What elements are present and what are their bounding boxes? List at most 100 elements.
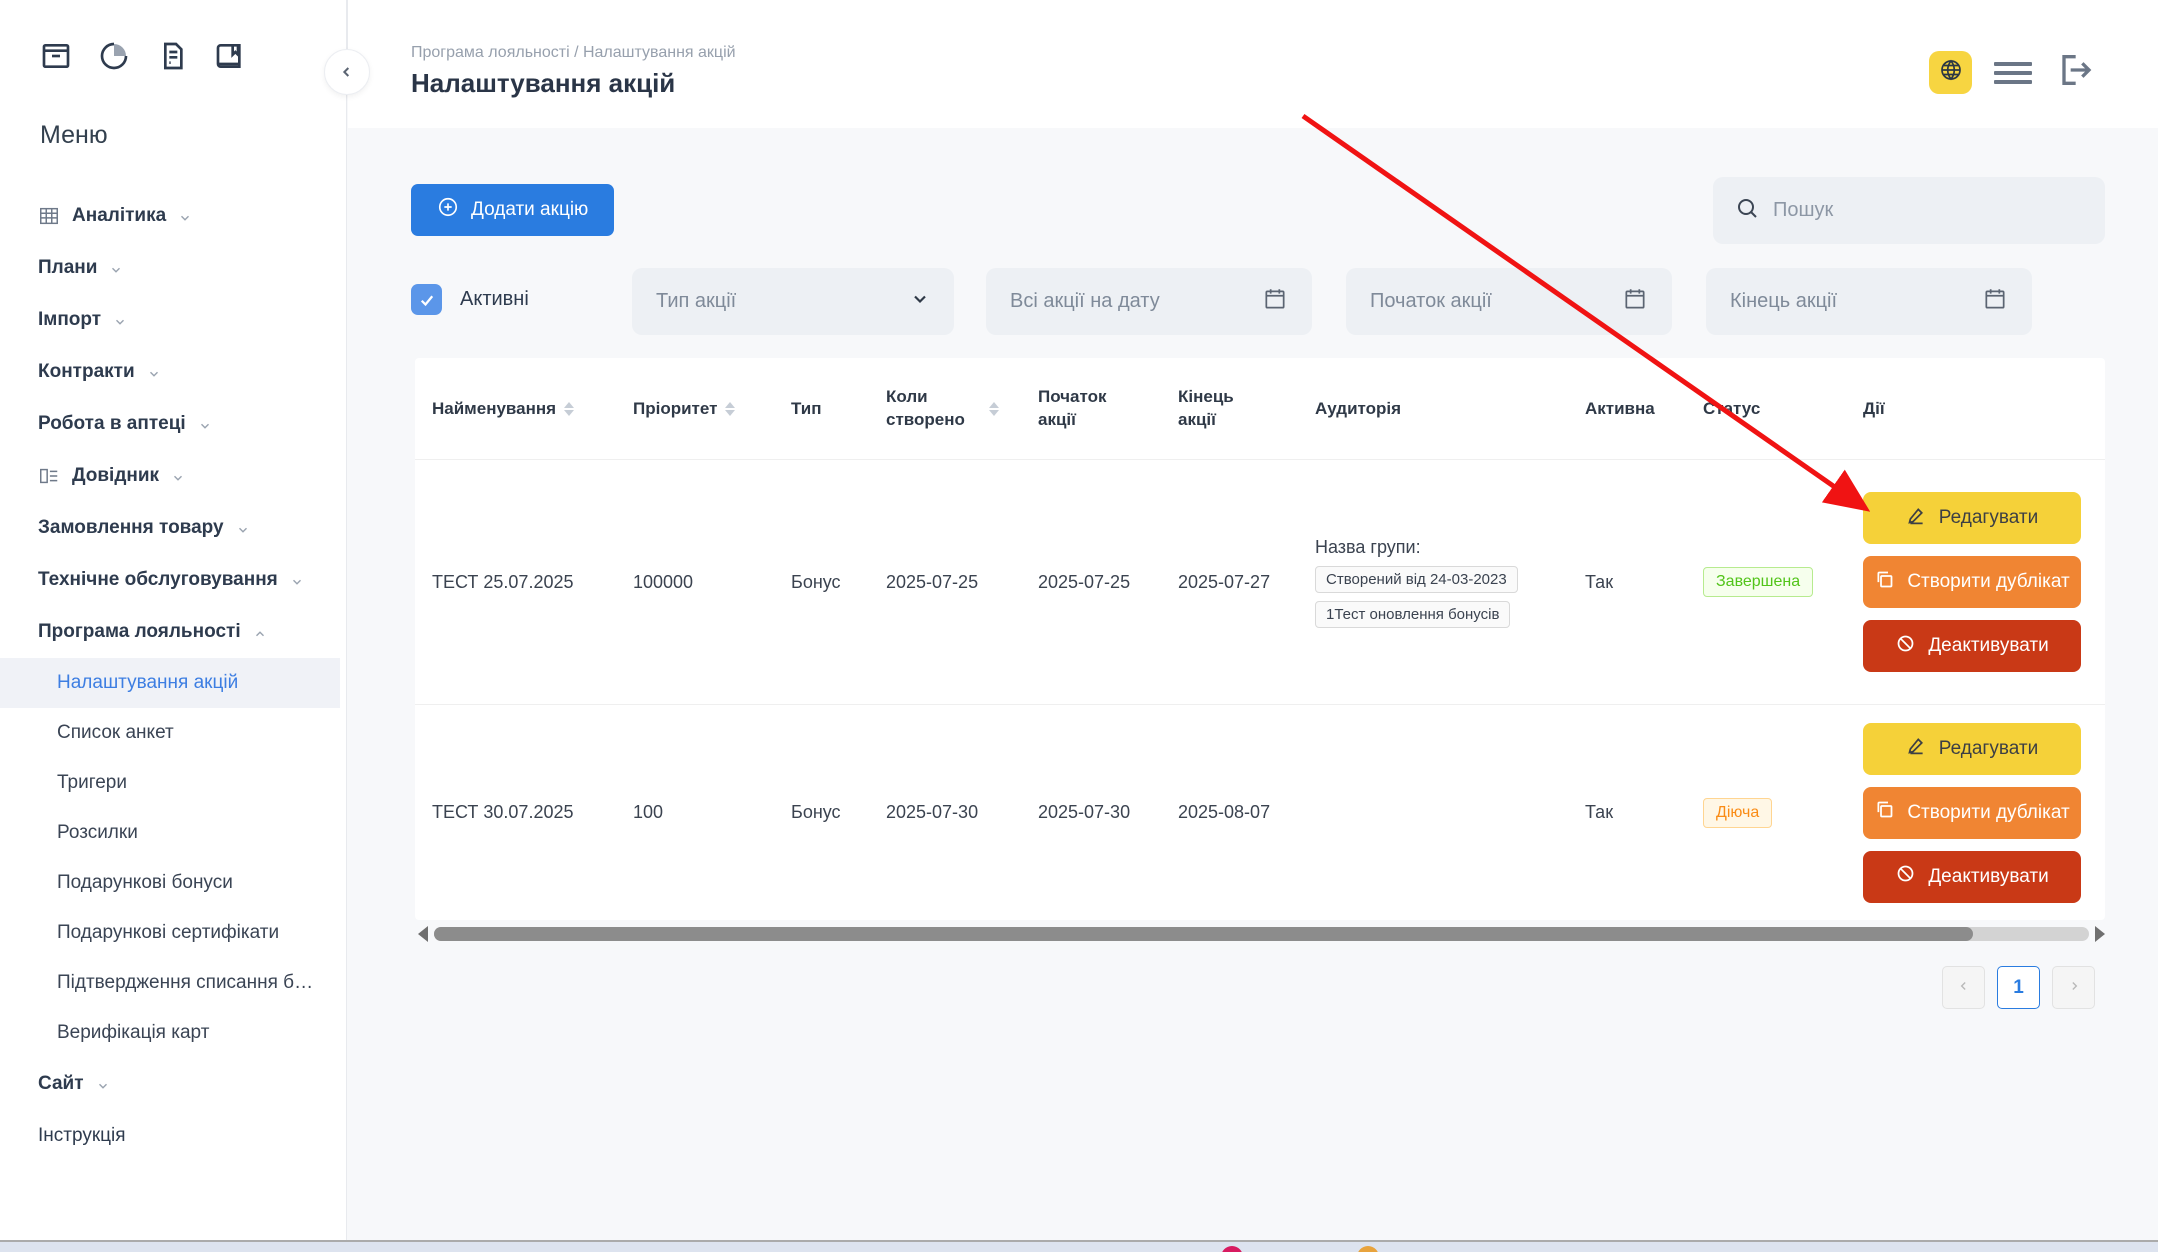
sidebar-subitem-card-verification[interactable]: Верифікація карт bbox=[0, 1008, 340, 1058]
column-header-label: Пріоритет bbox=[633, 398, 717, 421]
sidebar-item-contracts[interactable]: Контракти bbox=[0, 346, 346, 398]
sort-icon[interactable] bbox=[725, 402, 735, 416]
column-header-created[interactable]: Коли створено bbox=[886, 358, 1021, 460]
chevron-down-icon bbox=[96, 1077, 110, 1091]
date-filter-end[interactable]: Кінець акції bbox=[1706, 268, 2032, 335]
cell-start: 2025-07-25 bbox=[1038, 460, 1173, 704]
duplicate-button[interactable]: Створити дублікат bbox=[1863, 556, 2081, 608]
search-input[interactable] bbox=[1773, 199, 2083, 222]
column-header-label: Найменування bbox=[432, 398, 556, 421]
sidebar-subitem-gift-bonuses[interactable]: Подарункові бонуси bbox=[0, 858, 340, 908]
language-button[interactable] bbox=[1929, 51, 1972, 94]
column-header-priority[interactable]: Пріоритет bbox=[633, 358, 783, 460]
deactivate-button-label: Деактивувати bbox=[1928, 866, 2048, 888]
duplicate-button-label: Створити дублікат bbox=[1907, 571, 2069, 593]
cell-actions: Редагувати Створити дублікат Деактивуват… bbox=[1863, 460, 2088, 704]
promo-table: Найменування Пріоритет Тип Коли створено… bbox=[415, 358, 2105, 920]
duplicate-button[interactable]: Створити дублікат bbox=[1863, 787, 2081, 839]
search-icon bbox=[1735, 196, 1759, 225]
sidebar-item-instruction[interactable]: Інструкція bbox=[0, 1110, 346, 1162]
chevron-right-icon bbox=[2067, 977, 2081, 999]
sidebar-item-label: Програма лояльності bbox=[38, 621, 241, 643]
logout-icon[interactable] bbox=[2054, 50, 2094, 95]
column-header-type: Тип bbox=[791, 358, 881, 460]
column-header-active: Активна bbox=[1585, 358, 1695, 460]
sidebar-subitem-bonus-writeoff-confirm[interactable]: Підтвердження списання бону... bbox=[0, 958, 340, 1008]
active-filter-checkbox[interactable]: Активні bbox=[411, 284, 529, 315]
document-icon[interactable] bbox=[156, 40, 188, 77]
deactivate-button[interactable]: Деактивувати bbox=[1863, 620, 2081, 672]
sidebar-item-label: Сайт bbox=[38, 1073, 84, 1095]
sidebar-item-loyalty-program[interactable]: Програма лояльності bbox=[0, 606, 346, 658]
duplicate-button-label: Створити дублікат bbox=[1907, 802, 2069, 824]
taskbar-dot-icon bbox=[1357, 1246, 1379, 1252]
date-filter-start-placeholder: Початок акції bbox=[1370, 290, 1492, 313]
book-icon[interactable] bbox=[214, 40, 246, 77]
table-row: ТЕСТ 25.07.2025 100000 Бонус 2025-07-25 … bbox=[415, 460, 2105, 705]
archive-icon[interactable] bbox=[40, 40, 72, 77]
pagination-prev-button[interactable] bbox=[1942, 966, 1985, 1009]
sidebar-item-goods-order[interactable]: Замовлення товару bbox=[0, 502, 346, 554]
chevron-down-icon bbox=[178, 209, 192, 223]
edit-button[interactable]: Редагувати bbox=[1863, 492, 2081, 544]
cell-type: Бонус bbox=[791, 705, 881, 920]
sidebar-item-analytics[interactable]: Аналітика bbox=[0, 190, 346, 242]
sidebar-item-label: Плани bbox=[38, 257, 97, 279]
cell-priority: 100 bbox=[633, 705, 783, 920]
cell-status: Діюча bbox=[1703, 705, 1858, 920]
sidebar-item-label: Замовлення товару bbox=[38, 517, 224, 539]
sidebar-subitem-gift-certificates[interactable]: Подарункові сертифікати bbox=[0, 908, 340, 958]
calendar-icon bbox=[1982, 286, 2008, 318]
pencil-icon bbox=[1906, 505, 1927, 532]
scroll-right-arrow-icon[interactable] bbox=[2095, 926, 2105, 942]
sidebar-item-import[interactable]: Імпорт bbox=[0, 294, 346, 346]
sidebar-item-label: Імпорт bbox=[38, 309, 101, 331]
date-filter-start[interactable]: Початок акції bbox=[1346, 268, 1672, 335]
scrollbar-thumb[interactable] bbox=[434, 927, 1973, 941]
chevron-left-icon bbox=[1957, 977, 1971, 999]
calendar-icon bbox=[1622, 286, 1648, 318]
sidebar-item-pharmacy-work[interactable]: Робота в аптеці bbox=[0, 398, 346, 450]
add-promo-label: Додати акцію bbox=[471, 199, 588, 221]
sidebar-subitem-questionnaires[interactable]: Список анкет bbox=[0, 708, 340, 758]
deactivate-button[interactable]: Деактивувати bbox=[1863, 851, 2081, 903]
date-filter-all[interactable]: Всі акції на дату bbox=[986, 268, 1312, 335]
pie-chart-icon[interactable] bbox=[98, 40, 130, 77]
column-header-name[interactable]: Найменування bbox=[432, 358, 622, 460]
sidebar-subitem-mailings[interactable]: Розсилки bbox=[0, 808, 340, 858]
sidebar-item-plans[interactable]: Плани bbox=[0, 242, 346, 294]
sort-icon[interactable] bbox=[564, 402, 574, 416]
column-header-label: Статус bbox=[1703, 398, 1760, 421]
add-promo-button[interactable]: Додати акцію bbox=[411, 184, 614, 236]
breadcrumb[interactable]: Програма лояльності / Налаштування акцій bbox=[411, 44, 736, 62]
pencil-icon bbox=[1906, 735, 1927, 762]
column-header-label: Активна bbox=[1585, 398, 1655, 421]
sidebar-item-maintenance[interactable]: Технічне обслуговування bbox=[0, 554, 346, 606]
sidebar-collapse-button[interactable] bbox=[324, 49, 370, 95]
prohibit-icon bbox=[1895, 633, 1916, 660]
status-badge: Завершена bbox=[1703, 567, 1813, 597]
sidebar-item-site[interactable]: Сайт bbox=[0, 1058, 346, 1110]
sidebar-subitem-triggers[interactable]: Тригери bbox=[0, 758, 340, 808]
sort-icon[interactable] bbox=[989, 402, 999, 416]
cell-actions: Редагувати Створити дублікат Деактивуват… bbox=[1863, 705, 2088, 920]
column-header-audience: Аудиторія bbox=[1315, 358, 1575, 460]
scrollbar-track[interactable] bbox=[434, 927, 2089, 941]
column-header-label: Дії bbox=[1863, 398, 1885, 421]
promo-type-select[interactable]: Тип акції bbox=[632, 268, 954, 335]
topbar: Програма лояльності / Налаштування акцій… bbox=[348, 0, 2158, 128]
chevron-down-icon bbox=[236, 521, 250, 535]
edit-button[interactable]: Редагувати bbox=[1863, 723, 2081, 775]
edit-button-label: Редагувати bbox=[1939, 507, 2038, 529]
pagination-page-1[interactable]: 1 bbox=[1997, 966, 2040, 1009]
scroll-left-arrow-icon[interactable] bbox=[418, 926, 428, 942]
chevron-down-icon bbox=[290, 573, 304, 587]
menu-toggle-icon[interactable] bbox=[1994, 60, 2032, 86]
column-header-label: Початок акції bbox=[1038, 386, 1118, 432]
sidebar-subitem-promo-settings[interactable]: Налаштування акцій bbox=[0, 658, 340, 708]
chevron-down-icon bbox=[113, 313, 127, 327]
bottom-taskbar-edge bbox=[0, 1240, 2158, 1252]
cell-start: 2025-07-30 bbox=[1038, 705, 1173, 920]
sidebar-item-directory[interactable]: Довідник bbox=[0, 450, 346, 502]
pagination-next-button[interactable] bbox=[2052, 966, 2095, 1009]
